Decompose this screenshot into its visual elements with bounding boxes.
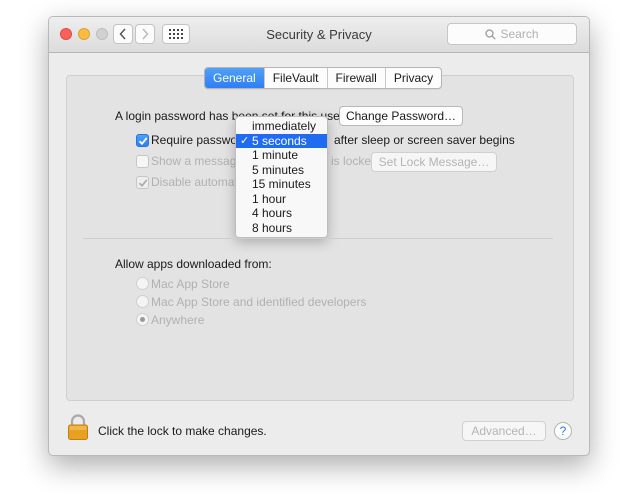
menu-item-label: 4 hours <box>252 206 293 220</box>
tab-general[interactable]: General <box>205 68 264 88</box>
show-message-checkbox[interactable] <box>136 155 149 168</box>
require-password-checkbox[interactable] <box>136 134 149 147</box>
checkmark-icon <box>138 137 148 146</box>
require-password-label: Require password <box>151 133 248 147</box>
search-icon <box>485 28 497 40</box>
radio-label-anywhere: Anywhere <box>151 313 205 327</box>
menu-item-label: 1 hour <box>252 191 287 206</box>
advanced-button[interactable]: Advanced… <box>462 421 546 441</box>
search-field[interactable]: Search <box>447 23 577 45</box>
menu-item-1-minute[interactable]: 1 minute <box>236 148 327 163</box>
section-divider <box>83 238 553 239</box>
require-password-delay-menu[interactable]: immediately ✓ 5 seconds 1 minute 5 minute… <box>235 116 328 238</box>
radio-selected-dot <box>140 317 145 322</box>
radio-label-identified-developers: Mac App Store and identified developers <box>151 295 367 309</box>
menu-item-5-minutes[interactable]: 5 minutes <box>236 163 327 178</box>
title-bar: Security & Privacy Search <box>49 17 589 53</box>
search-placeholder: Search <box>500 27 539 41</box>
change-password-button[interactable]: Change Password… <box>339 106 463 126</box>
menu-item-1-hour[interactable]: 1 hour <box>236 192 327 207</box>
tab-filevault[interactable]: FileVault <box>263 68 327 88</box>
menu-item-label: immediately <box>252 119 317 133</box>
disable-auto-login-label: Disable automatic <box>151 175 247 189</box>
require-password-suffix: after sleep or screen saver begins <box>334 133 515 147</box>
menu-item-4-hours[interactable]: 4 hours <box>236 206 327 221</box>
menu-item-label: 5 seconds <box>252 133 307 148</box>
disable-auto-login-checkbox[interactable] <box>136 176 149 189</box>
menu-item-label: 8 hours <box>252 220 293 235</box>
radio-identified-developers[interactable] <box>136 295 149 308</box>
menu-item-label: 1 minute <box>252 148 299 162</box>
radio-label-mac-app-store: Mac App Store <box>151 277 230 291</box>
radio-anywhere[interactable] <box>136 313 149 326</box>
downloads-heading: Allow apps downloaded from: <box>115 257 272 271</box>
menu-item-15-minutes[interactable]: 15 minutes <box>236 177 327 192</box>
help-button[interactable]: ? <box>554 422 572 440</box>
tab-firewall[interactable]: Firewall <box>326 68 385 88</box>
lock-icon[interactable] <box>68 414 88 440</box>
menu-item-8-hours[interactable]: 8 hours <box>236 221 327 236</box>
help-icon: ? <box>559 424 567 438</box>
lock-text: Click the lock to make changes. <box>98 424 267 438</box>
menu-item-immediately[interactable]: immediately <box>236 119 327 134</box>
radio-mac-app-store[interactable] <box>136 277 149 290</box>
menu-item-label: 15 minutes <box>252 177 311 191</box>
show-message-label: Show a message <box>151 154 244 168</box>
menu-item-label: 5 minutes <box>252 162 305 177</box>
tab-bar: General FileVault Firewall Privacy <box>204 67 443 89</box>
set-lock-message-button[interactable]: Set Lock Message… <box>371 152 497 172</box>
checkmark-icon <box>138 179 148 188</box>
tab-privacy[interactable]: Privacy <box>384 68 441 88</box>
checkmark-icon: ✓ <box>240 134 250 147</box>
menu-item-5-seconds[interactable]: ✓ 5 seconds <box>236 133 327 148</box>
